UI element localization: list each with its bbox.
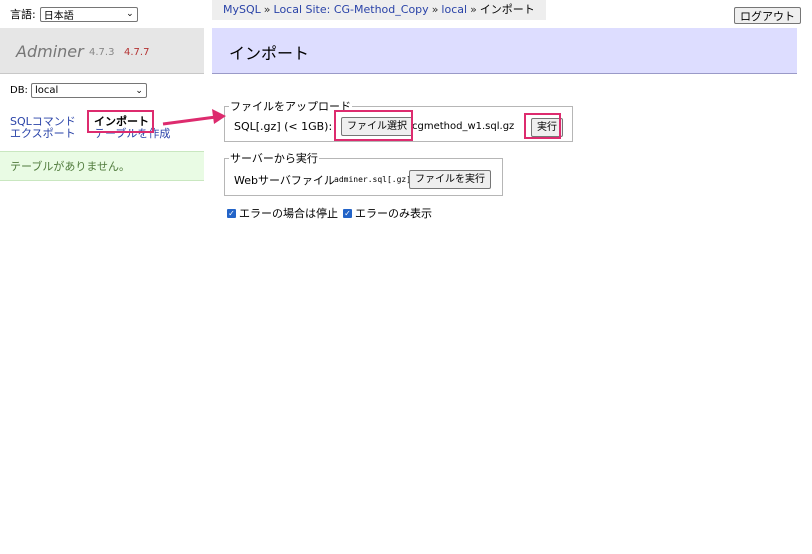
- selected-file-name: cgmethod_w1.sql.gz: [412, 121, 515, 132]
- page-title: インポート: [229, 44, 310, 63]
- export-link[interactable]: エクスポート: [10, 128, 76, 140]
- checkbox-checked-icon[interactable]: ✓: [227, 208, 236, 218]
- create-table-link[interactable]: テーブルを作成: [94, 128, 170, 140]
- breadcrumb-separator: »: [470, 3, 477, 16]
- chevron-down-icon: ⌄: [135, 85, 143, 96]
- file-select-button[interactable]: ファイル選択: [341, 117, 413, 136]
- language-selector: 言語: 日本語 ⌄: [10, 6, 138, 22]
- breadcrumb-db[interactable]: local: [441, 3, 467, 16]
- chevron-down-icon: ⌄: [126, 9, 134, 19]
- errors-only-label: エラーのみ表示: [355, 207, 432, 220]
- server-file-name: adminer.sql[.gz]: [334, 175, 412, 184]
- server-file-label: Webサーバファイル: [234, 174, 335, 187]
- checkbox-checked-icon[interactable]: ✓: [343, 208, 352, 218]
- page-header: インポート: [212, 28, 797, 74]
- run-file-button[interactable]: ファイルを実行: [409, 170, 491, 189]
- breadcrumb: MySQL» Local Site: CG-Method_Copy» local» イ…: [212, 0, 546, 20]
- upload-legend: ファイルをアップロード: [230, 100, 351, 113]
- stop-on-error-label: エラーの場合は停止: [239, 207, 338, 220]
- language-label: 言語:: [10, 8, 36, 21]
- logout-button[interactable]: ログアウト: [734, 7, 801, 24]
- language-value: 日本語: [43, 10, 74, 22]
- breadcrumb-site[interactable]: Local Site: CG-Method_Copy: [274, 3, 429, 16]
- db-value: local: [34, 85, 59, 96]
- db-selector: DB: local ⌄: [10, 83, 147, 98]
- breadcrumb-separator: »: [431, 3, 439, 16]
- version-current: 4.7.3: [89, 47, 115, 58]
- breadcrumb-mysql[interactable]: MySQL: [223, 3, 261, 16]
- execute-button[interactable]: 実行: [531, 118, 563, 137]
- logo-bar: Adminer 4.7.3 4.7.7: [0, 28, 204, 74]
- errors-only-option[interactable]: ✓ エラーのみ表示: [343, 205, 432, 221]
- no-tables-message: テーブルがありません。: [0, 151, 204, 181]
- app-logo[interactable]: Adminer: [16, 42, 84, 61]
- server-legend: サーバーから実行: [230, 152, 318, 165]
- db-select[interactable]: local ⌄: [30, 83, 147, 98]
- version-new-link[interactable]: 4.7.7: [124, 47, 149, 58]
- breadcrumb-separator: »: [263, 3, 271, 16]
- db-label: DB:: [10, 85, 28, 96]
- stop-on-error-option[interactable]: ✓ エラーの場合は停止: [227, 205, 338, 221]
- language-select[interactable]: 日本語 ⌄: [39, 6, 138, 22]
- breadcrumb-current: インポート: [479, 3, 535, 16]
- upload-label: SQL[.gz] (< 1GB):: [234, 120, 333, 133]
